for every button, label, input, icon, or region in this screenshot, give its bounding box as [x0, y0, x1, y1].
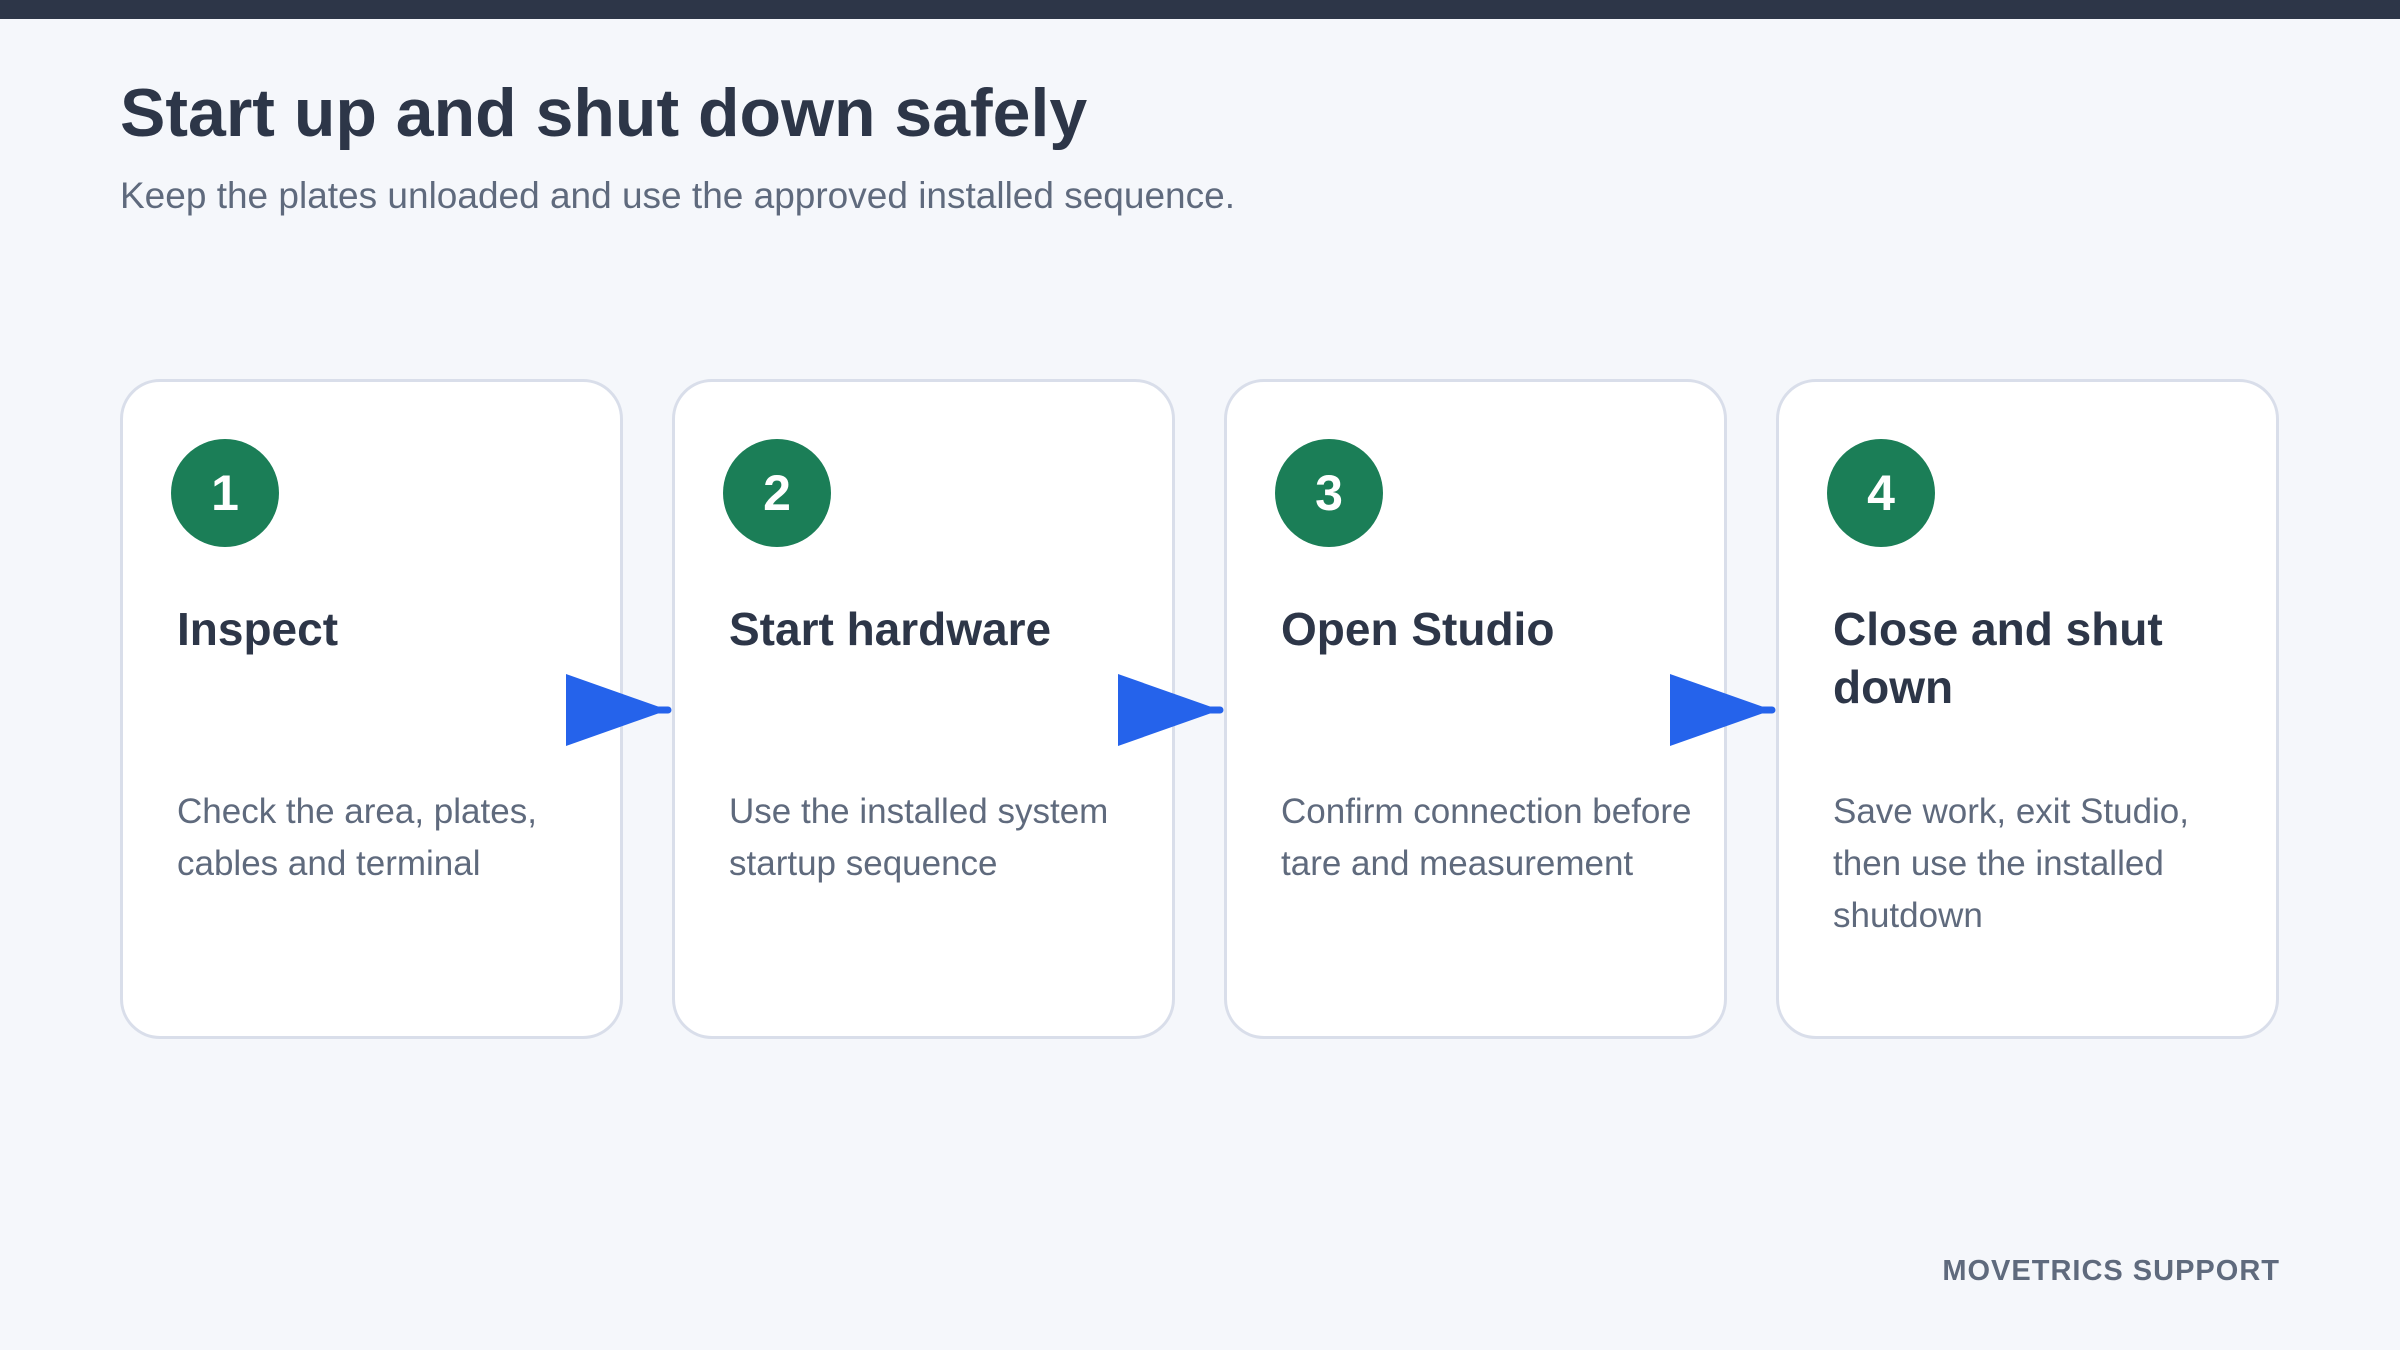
step-card-4: 4 Close and shut down Save work, exit St… — [1776, 379, 2279, 1039]
step-title: Inspect — [177, 603, 339, 655]
step-card-2: 2 Start hardware Use the installed syste… — [672, 379, 1175, 1039]
step-title: Close and shut down — [1833, 603, 2163, 713]
step-description: Use the installed system startup sequenc… — [729, 792, 1109, 883]
arrow-right-icon — [566, 674, 672, 746]
step-description: Confirm connection before tare and measu… — [1281, 792, 1692, 883]
step-card-3: 3 Open Studio Confirm connection before … — [1224, 379, 1727, 1039]
step-number-badge: 1 — [171, 439, 279, 547]
brand-footer: MOVETRICS SUPPORT — [1942, 1255, 2280, 1287]
step-number-badge: 2 — [723, 439, 831, 547]
step-title: Open Studio — [1281, 603, 1555, 655]
arrow-right-icon — [1118, 674, 1224, 746]
step-card-1: 1 Inspect Check the area, plates, cables… — [120, 379, 623, 1039]
step-number-badge: 3 — [1275, 439, 1383, 547]
step-number-badge: 4 — [1827, 439, 1935, 547]
step-description: Check the area, plates, cables and termi… — [177, 792, 537, 883]
top-accent-bar — [0, 0, 2400, 19]
step-title: Start hardware — [729, 603, 1052, 655]
page-title: Start up and shut down safely — [120, 75, 1088, 151]
step-description: Save work, exit Studio, then use the ins… — [1833, 792, 2189, 935]
arrow-right-icon — [1670, 674, 1776, 746]
page-subtitle: Keep the plates unloaded and use the app… — [120, 175, 1235, 216]
